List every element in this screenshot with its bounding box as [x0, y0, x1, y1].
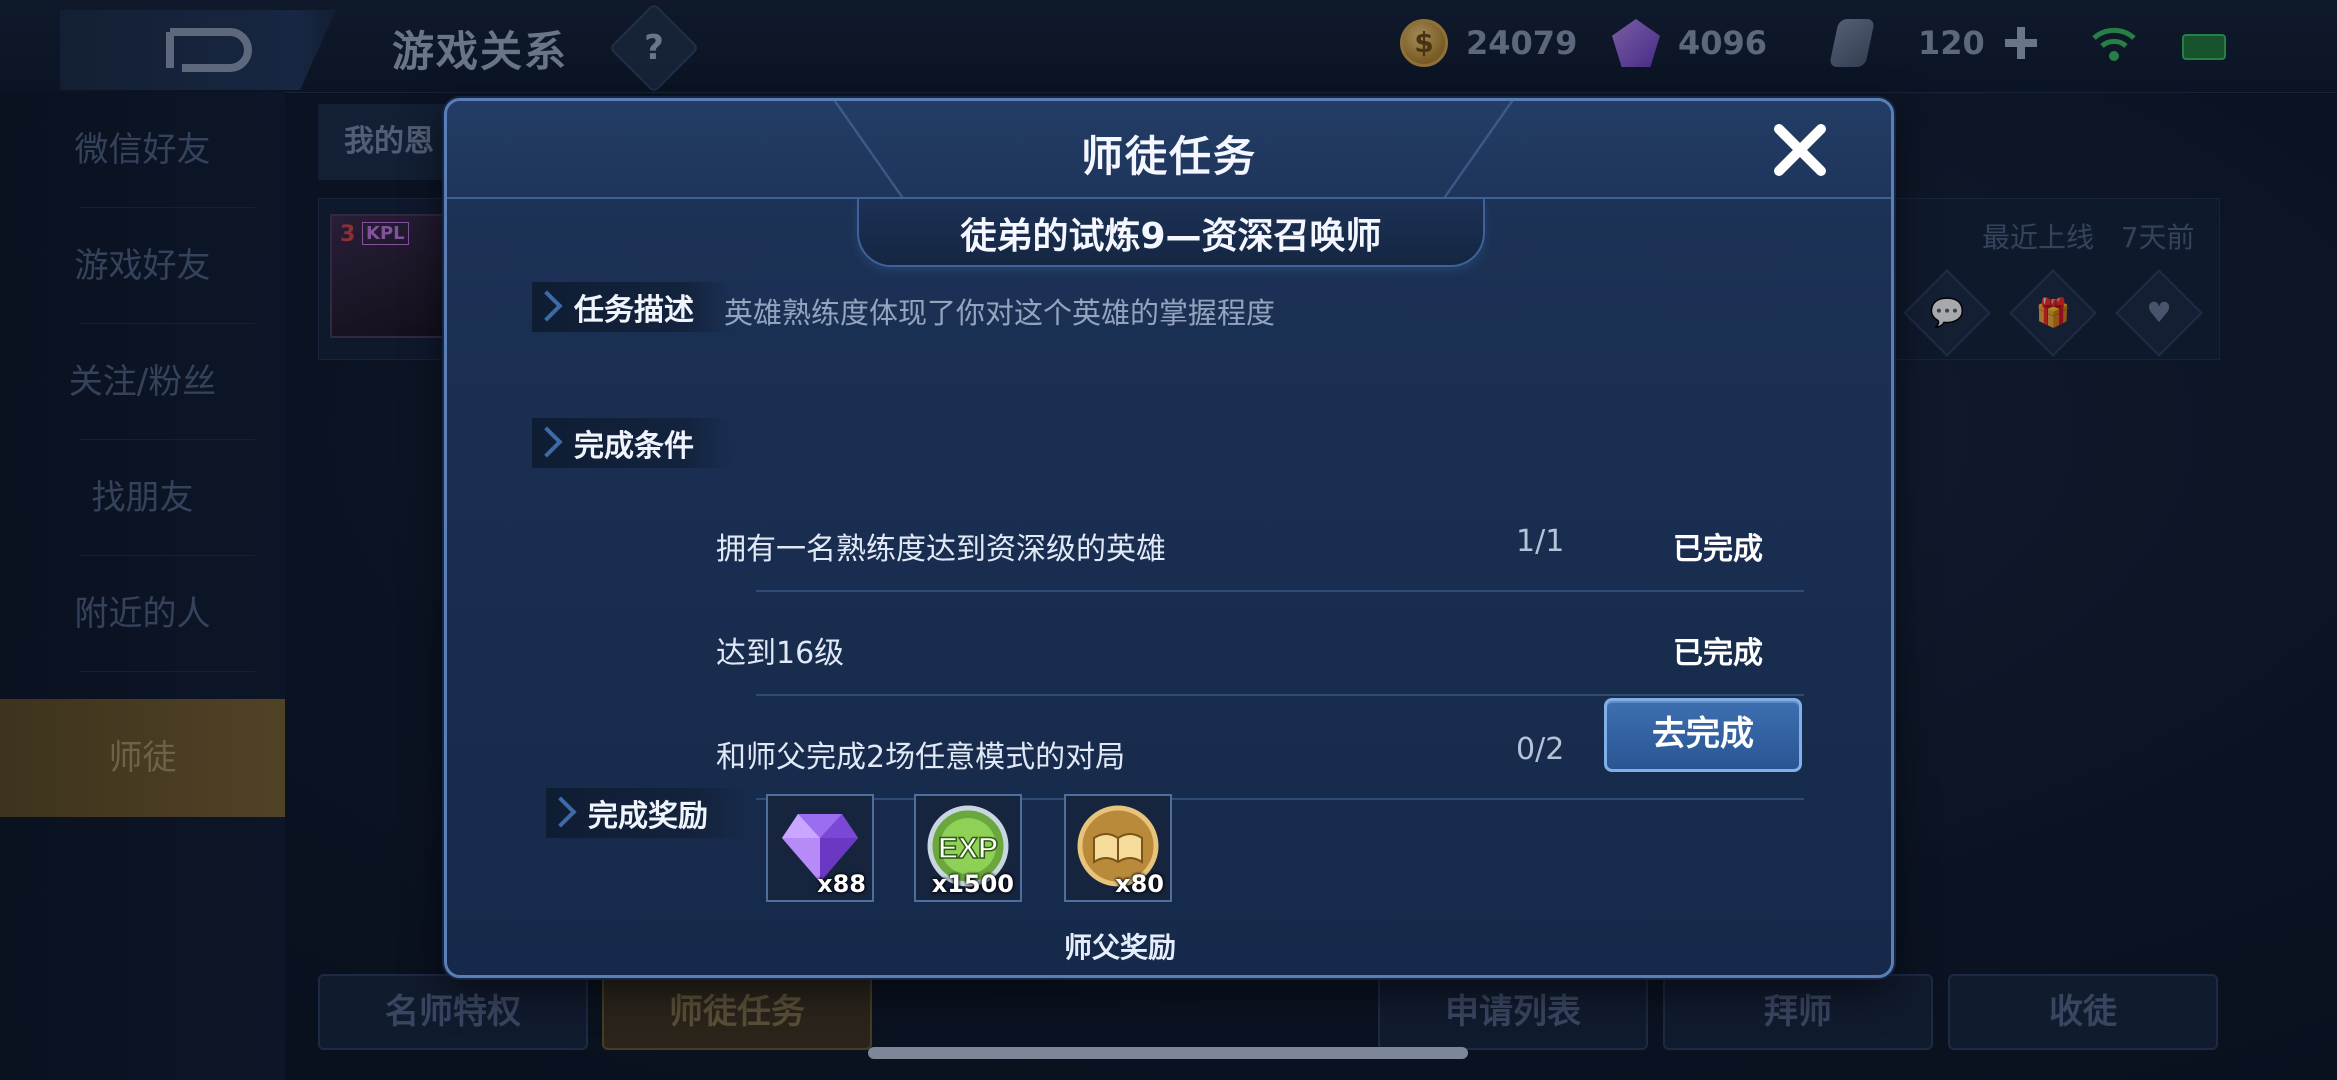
condition-progress: 1/1 — [1516, 524, 1565, 559]
reward-quantity: x1500 — [931, 870, 1014, 898]
task-name: 徒弟的试炼9—资深召唤师 — [960, 216, 1382, 257]
chevron-right-icon — [532, 282, 560, 332]
condition-text: 和师父完成2场任意模式的对局 — [716, 740, 1126, 775]
condition-row: 拥有一名熟练度达到资深级的英雄 1/1 已完成 — [716, 488, 1804, 592]
close-icon[interactable] — [1769, 119, 1831, 181]
task-description: 英雄熟练度体现了你对这个英雄的掌握程度 — [724, 296, 1276, 330]
dialog-title: 师徒任务 — [1080, 132, 1257, 181]
condition-progress: 0/2 — [1516, 732, 1565, 767]
condition-text: 拥有一名熟练度达到资深级的英雄 — [716, 532, 1166, 567]
reward-book-medal[interactable]: x80 — [1064, 794, 1172, 902]
reward-quantity: x80 — [1115, 870, 1164, 898]
condition-row: 达到16级 已完成 — [716, 592, 1804, 696]
conditions-label-text: 完成条件 — [574, 429, 694, 464]
conditions-section-label: 完成条件 — [532, 418, 734, 468]
chevron-right-icon — [546, 788, 574, 838]
description-section-label: 任务描述 — [532, 282, 734, 332]
reward-exp[interactable]: EXP x1500 — [914, 794, 1022, 902]
condition-status: 已完成 — [1673, 532, 1763, 567]
svg-text:EXP: EXP — [938, 832, 998, 865]
chevron-right-icon — [532, 418, 560, 468]
rewards-section-label: 完成奖励 — [546, 788, 748, 838]
go-complete-button[interactable]: 去完成 — [1604, 698, 1802, 772]
dialog-header: 师徒任务 — [447, 101, 1891, 199]
condition-status: 已完成 — [1673, 636, 1763, 671]
rewards-label-text: 完成奖励 — [588, 799, 708, 834]
reward-quantity: x88 — [817, 870, 866, 898]
description-label-text: 任务描述 — [574, 293, 694, 328]
home-indicator[interactable] — [868, 1047, 1468, 1059]
reward-diamond[interactable]: x88 — [766, 794, 874, 902]
task-name-banner: 徒弟的试炼9—资深召唤师 — [857, 199, 1485, 267]
mentor-reward-caption: 师父奖励 — [1063, 931, 1176, 964]
condition-text: 达到16级 — [716, 636, 845, 671]
